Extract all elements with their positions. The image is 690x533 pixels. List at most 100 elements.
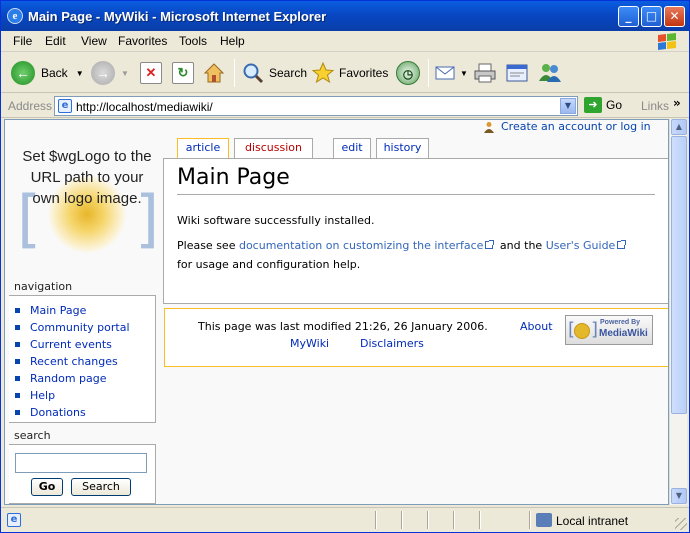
scroll-thumb[interactable] [671,136,687,414]
status-bar: e Local intranet [1,507,689,532]
menu-bar: File Edit View Favorites Tools Help [1,31,689,52]
nav-recent-changes[interactable]: Recent changes [15,355,118,368]
wiki-logo[interactable]: [ ] Set $wgLogo to the URL path to your … [17,144,159,255]
maximize-button[interactable]: □ [641,6,662,27]
address-input[interactable]: e http://localhost/mediawiki/ ▼ [54,96,578,116]
home-button[interactable] [202,59,226,87]
status-divider [427,511,429,529]
address-url: http://localhost/mediawiki/ [76,100,213,114]
about-link[interactable]: About [520,320,553,333]
forward-button[interactable]: → ▼ [91,59,129,87]
tab-history[interactable]: history [376,138,429,158]
intranet-zone-icon [536,513,552,527]
home-icon [203,63,225,83]
refresh-button[interactable]: ↻ [172,59,194,87]
users-guide-link[interactable]: User's Guide [546,239,616,252]
history-clock-icon: ◷ [396,61,420,85]
bullet-icon [15,308,20,313]
search-button[interactable]: Search [241,59,307,87]
create-account-link[interactable]: Create an account or log in [483,120,651,133]
stop-button[interactable]: ✕ [140,59,162,87]
menu-tools[interactable]: Tools [179,34,207,48]
history-button[interactable]: ◷ [396,59,420,87]
search-label: Search [269,66,308,80]
create-account-label: Create an account or log in [501,120,651,133]
close-button[interactable]: ✕ [664,6,685,27]
powered-by-mediawiki-badge[interactable]: [ ] Powered By MediaWiki [565,315,653,345]
go-arrow-icon: ➜ [584,97,602,113]
user-icon [484,121,494,133]
links-chevron-icon[interactable]: » [673,96,681,110]
customizing-docs-link[interactable]: documentation on customizing the interfa… [239,239,483,252]
bullet-icon [15,376,20,381]
tab-discussion[interactable]: discussion [234,138,313,158]
search-input[interactable] [15,453,147,473]
external-link-icon [485,240,495,249]
search-submit-button[interactable]: Search [71,478,131,496]
favorites-button[interactable]: Favorites [311,59,388,87]
favorites-star-icon [311,61,335,84]
security-zone-label: Local intranet [556,514,629,528]
ie-logo-icon: e [7,8,23,24]
page-icon: e [58,99,72,113]
nav-label: Main Page [30,304,87,317]
bullet-icon [15,393,20,398]
windows-flag-icon [658,33,676,50]
menu-view[interactable]: View [81,34,107,48]
toolbar-separator [428,59,429,87]
help-text-prefix: Please see [177,239,239,252]
back-label: Back [41,66,68,80]
search-go-button[interactable]: Go [31,478,63,496]
status-divider [453,511,455,529]
print-button[interactable] [473,59,497,87]
scroll-up-arrow-icon[interactable]: ▲ [671,119,687,135]
mywiki-link[interactable]: MyWiki [290,337,329,350]
back-arrow-icon: ← [11,61,35,85]
bullet-icon [15,410,20,415]
disclaimers-link[interactable]: Disclaimers [360,337,424,350]
scroll-down-arrow-icon[interactable]: ▼ [671,488,687,504]
refresh-icon: ↻ [172,62,194,84]
minimize-button[interactable]: _ [618,6,639,27]
tab-article-label: article [185,141,221,154]
nav-current-events[interactable]: Current events [15,338,112,351]
nav-random-page[interactable]: Random page [15,372,107,385]
tab-edit[interactable]: edit [333,138,371,158]
address-label: Address [8,99,53,113]
forward-dropdown-icon[interactable]: ▼ [121,69,129,78]
page-viewport: [ ] Set $wgLogo to the URL path to your … [4,119,669,505]
back-button[interactable]: ← Back ▼ [11,59,84,87]
menu-help[interactable]: Help [220,34,245,48]
nav-label: Current events [30,338,112,351]
article-content: Main Page Wiki software successfully ins… [163,158,668,304]
nav-donations[interactable]: Donations [15,406,86,419]
title-divider [177,194,655,195]
mail-button[interactable]: ▼ [434,59,468,87]
nav-help[interactable]: Help [15,389,55,402]
edit-page-button[interactable] [505,59,529,87]
search-portlet: Go Search [9,444,156,504]
tab-article[interactable]: article [177,138,229,160]
back-dropdown-icon[interactable]: ▼ [76,69,84,78]
messenger-button[interactable] [537,59,563,87]
menu-favorites[interactable]: Favorites [118,34,167,48]
ie-window: e Main Page - MyWiki - Microsoft Interne… [0,0,690,533]
forward-arrow-icon: → [91,61,115,85]
go-button[interactable]: ➜ Go [584,97,622,113]
nav-main-page[interactable]: Main Page [15,304,86,317]
status-divider [529,511,531,529]
title-bar[interactable]: e Main Page - MyWiki - Microsoft Interne… [1,1,689,31]
navigation-portlet: Main Page Community portal Current event… [9,295,156,423]
search-magnifier-icon [243,63,264,84]
tab-discussion-label: discussion [244,141,302,154]
menu-edit[interactable]: Edit [45,34,66,48]
menu-file[interactable]: File [13,34,32,48]
address-dropdown-icon[interactable]: ▼ [560,98,576,114]
status-divider [375,511,377,529]
tab-edit-label: edit [341,141,363,154]
links-label[interactable]: Links [641,99,669,113]
nav-community-portal[interactable]: Community portal [15,321,130,334]
resize-grip[interactable] [675,518,687,530]
mail-dropdown-icon[interactable]: ▼ [460,69,468,78]
vertical-scrollbar[interactable]: ▲ ▼ [669,119,687,505]
